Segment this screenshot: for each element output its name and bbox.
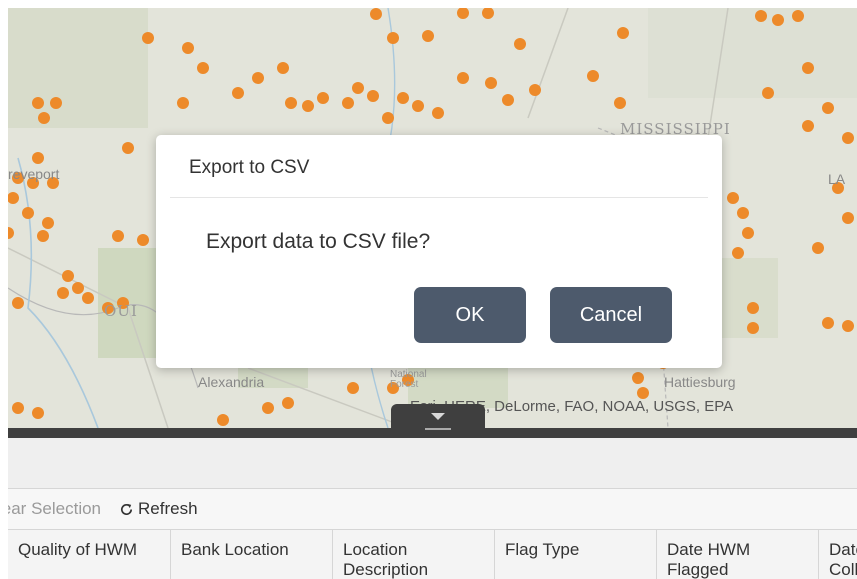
hwm-marker[interactable] (137, 234, 149, 246)
hwm-marker[interactable] (12, 297, 24, 309)
hwm-marker[interactable] (737, 207, 749, 219)
hwm-marker[interactable] (317, 92, 329, 104)
map-label-la: LA (828, 171, 846, 187)
hwm-marker[interactable] (617, 27, 629, 39)
app-frame: reveport MISSISSIPPI OUI Alexandria Nati… (8, 8, 857, 579)
dialog-message: Export data to CSV file? (206, 230, 431, 253)
hwm-marker[interactable] (50, 97, 62, 109)
hwm-marker[interactable] (57, 287, 69, 299)
hwm-marker[interactable] (387, 32, 399, 44)
hwm-marker[interactable] (352, 82, 364, 94)
hwm-marker[interactable] (632, 372, 644, 384)
export-csv-dialog: Export to CSV Export data to CSV file? O… (156, 135, 722, 368)
hwm-marker[interactable] (182, 42, 194, 54)
hwm-marker[interactable] (62, 270, 74, 282)
hwm-marker[interactable] (370, 8, 382, 20)
hwm-marker[interactable] (742, 227, 754, 239)
refresh-button[interactable]: Refresh (119, 499, 198, 519)
column-header-date-collected[interactable]: Date Collected (819, 530, 857, 579)
hwm-marker[interactable] (802, 62, 814, 74)
hwm-marker[interactable] (32, 152, 44, 164)
hwm-marker[interactable] (382, 112, 394, 124)
map-label-alexandria: Alexandria (198, 374, 265, 390)
hwm-marker[interactable] (232, 87, 244, 99)
hwm-marker[interactable] (252, 72, 264, 84)
hwm-marker[interactable] (514, 38, 526, 50)
hwm-marker[interactable] (367, 90, 379, 102)
hwm-marker[interactable] (38, 112, 50, 124)
hwm-marker[interactable] (727, 192, 739, 204)
table-header-row: Quality of HWM Bank Location Location De… (8, 530, 857, 579)
cancel-button[interactable]: Cancel (550, 287, 672, 343)
hwm-marker[interactable] (282, 397, 294, 409)
dialog-footer: OK Cancel (414, 287, 672, 343)
hwm-marker[interactable] (842, 132, 854, 144)
hwm-marker[interactable] (422, 30, 434, 42)
hwm-marker[interactable] (142, 32, 154, 44)
hwm-marker[interactable] (587, 70, 599, 82)
hwm-marker[interactable] (217, 414, 229, 426)
attribute-table-panel: lear Selection Refresh Quality of HWM Ba… (8, 438, 857, 579)
hwm-marker[interactable] (82, 292, 94, 304)
hwm-marker[interactable] (755, 10, 767, 22)
hwm-marker[interactable] (747, 302, 759, 314)
hwm-marker[interactable] (822, 102, 834, 114)
hwm-marker[interactable] (762, 87, 774, 99)
hwm-marker[interactable] (262, 402, 274, 414)
clear-selection-button[interactable]: lear Selection (8, 499, 101, 519)
hwm-marker[interactable] (277, 62, 289, 74)
hwm-marker[interactable] (302, 100, 314, 112)
hwm-marker[interactable] (412, 100, 424, 112)
column-header-date-flagged[interactable]: Date HWM Flagged (657, 530, 819, 579)
ok-button[interactable]: OK (414, 287, 526, 343)
hwm-marker[interactable] (285, 97, 297, 109)
hwm-marker[interactable] (12, 402, 24, 414)
map-label-louisiana: OUI (104, 302, 138, 320)
chevron-down-icon (431, 412, 445, 420)
hwm-marker[interactable] (812, 242, 824, 254)
hwm-marker[interactable] (37, 230, 49, 242)
grip-bar (425, 427, 451, 430)
hwm-marker[interactable] (772, 14, 784, 26)
hwm-marker[interactable] (842, 212, 854, 224)
hwm-marker[interactable] (457, 72, 469, 84)
hwm-marker[interactable] (485, 77, 497, 89)
column-header-location-description[interactable]: Location Description (333, 530, 495, 579)
hwm-marker[interactable] (42, 217, 54, 229)
hwm-marker[interactable] (32, 97, 44, 109)
hwm-marker[interactable] (792, 10, 804, 22)
hwm-marker[interactable] (32, 407, 44, 419)
hwm-marker[interactable] (72, 282, 84, 294)
column-header-flag-type[interactable]: Flag Type (495, 530, 657, 579)
hwm-marker[interactable] (432, 107, 444, 119)
hwm-marker[interactable] (177, 97, 189, 109)
hwm-marker[interactable] (122, 142, 134, 154)
hwm-marker[interactable] (747, 322, 759, 334)
refresh-label: Refresh (138, 499, 198, 518)
map-label-shreveport: reveport (8, 166, 60, 182)
hwm-marker[interactable] (822, 317, 834, 329)
map-label-national-forest: National Forest (390, 369, 427, 390)
table-toolbar: lear Selection Refresh (8, 489, 857, 530)
hwm-marker[interactable] (529, 84, 541, 96)
hwm-marker[interactable] (347, 382, 359, 394)
column-header-bank-location[interactable]: Bank Location (171, 530, 333, 579)
hwm-marker[interactable] (112, 230, 124, 242)
hwm-marker[interactable] (342, 97, 354, 109)
hwm-marker[interactable] (22, 207, 34, 219)
panel-header (8, 438, 857, 489)
hwm-marker[interactable] (502, 94, 514, 106)
hwm-marker[interactable] (614, 97, 626, 109)
hwm-marker[interactable] (397, 92, 409, 104)
hwm-marker[interactable] (197, 62, 209, 74)
hwm-marker[interactable] (842, 320, 854, 332)
refresh-icon (121, 503, 133, 515)
hwm-marker[interactable] (732, 247, 744, 259)
hwm-marker[interactable] (802, 120, 814, 132)
collapse-panel-button[interactable] (391, 404, 485, 438)
column-header-quality[interactable]: Quality of HWM (8, 530, 171, 579)
dialog-title: Export to CSV (189, 157, 310, 178)
map-label-hattiesburg: Hattiesburg (664, 374, 736, 390)
